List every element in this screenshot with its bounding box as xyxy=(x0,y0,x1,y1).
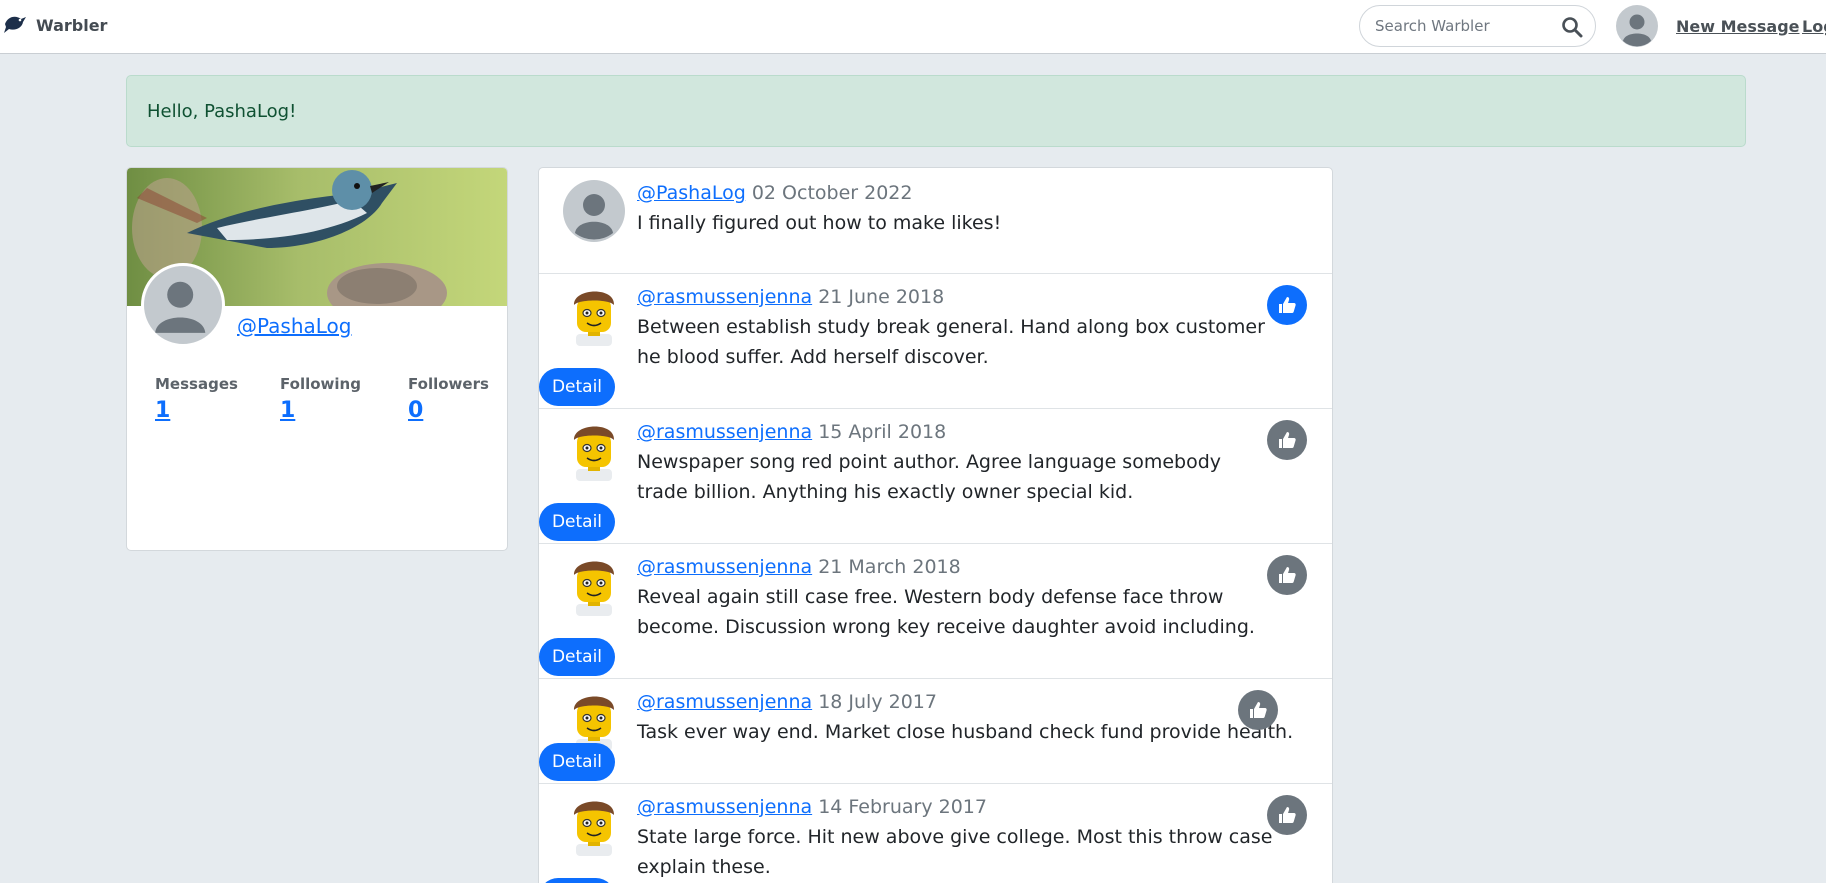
messages-count-link[interactable]: 1 xyxy=(155,398,238,423)
message-feed: @PashaLog 02 October 2022 I finally figu… xyxy=(538,167,1333,883)
profile-avatar xyxy=(141,263,225,347)
stat-label: Messages xyxy=(155,375,238,393)
message-username-link[interactable]: @rasmussenjenna xyxy=(637,421,812,443)
warbler-logo-icon xyxy=(2,10,28,40)
message-item: @rasmussenjenna 15 April 2018 Newspaper … xyxy=(539,409,1332,544)
message-header: @rasmussenjenna 18 July 2017 xyxy=(637,691,937,713)
following-count-link[interactable]: 1 xyxy=(280,398,361,423)
logout-link[interactable]: Log xyxy=(1802,17,1826,36)
stat-followers: Followers 0 xyxy=(408,375,489,423)
lego-avatar-icon[interactable] xyxy=(563,284,625,346)
message-item: @rasmussenjenna 14 February 2017 State l… xyxy=(539,784,1332,883)
search-box[interactable] xyxy=(1359,5,1596,47)
detail-button[interactable]: Detail xyxy=(539,368,615,406)
message-text: Newspaper song red point author. Agree l… xyxy=(637,451,1222,503)
lego-avatar-icon[interactable] xyxy=(563,419,625,481)
message-item: @rasmussenjenna 18 July 2017 Task ever w… xyxy=(539,679,1332,784)
lego-avatar-icon[interactable] xyxy=(563,554,625,616)
alert-text: Hello, PashaLog! xyxy=(147,100,297,122)
message-item: @PashaLog 02 October 2022 I finally figu… xyxy=(539,168,1332,274)
message-header: @rasmussenjenna 14 February 2017 xyxy=(637,796,987,818)
message-item: @rasmussenjenna 21 March 2018 Reveal aga… xyxy=(539,544,1332,679)
stat-messages: Messages 1 xyxy=(155,375,238,423)
like-button[interactable] xyxy=(1267,795,1307,835)
message-header: @rasmussenjenna 21 June 2018 xyxy=(637,286,944,308)
message-header: @PashaLog 02 October 2022 xyxy=(637,182,912,204)
message-date: 21 March 2018 xyxy=(818,556,961,578)
search-icon[interactable] xyxy=(1561,16,1583,38)
message-item: @rasmussenjenna 21 June 2018 Between est… xyxy=(539,274,1332,409)
detail-button[interactable]: Detail xyxy=(539,638,615,676)
detail-button[interactable]: Detail xyxy=(539,878,615,883)
stat-label: Followers xyxy=(408,375,489,393)
like-button[interactable] xyxy=(1267,285,1307,325)
stat-following: Following 1 xyxy=(280,375,361,423)
message-text: Task ever way end. Market close husband … xyxy=(637,721,1294,743)
message-text: Between establish study break general. H… xyxy=(637,316,1265,368)
thumbs-up-icon xyxy=(1279,432,1296,448)
brand-name: Warbler xyxy=(36,15,108,35)
thumbs-up-icon xyxy=(1279,297,1296,313)
message-date: 14 February 2017 xyxy=(818,796,987,818)
like-button[interactable] xyxy=(1267,555,1307,595)
profile-card: @PashaLog Messages 1 Following 1 Followe… xyxy=(126,167,508,551)
default-avatar-icon[interactable] xyxy=(563,180,625,242)
message-date: 02 October 2022 xyxy=(751,182,913,204)
message-header: @rasmussenjenna 21 March 2018 xyxy=(637,556,961,578)
message-text: Reveal again still case free. Western bo… xyxy=(637,586,1255,638)
message-date: 18 July 2017 xyxy=(818,691,937,713)
message-username-link[interactable]: @PashaLog xyxy=(637,182,746,204)
brand[interactable]: Warbler xyxy=(2,10,107,40)
lego-avatar-icon[interactable] xyxy=(563,689,625,751)
message-username-link[interactable]: @rasmussenjenna xyxy=(637,796,812,818)
message-text: State large force. Hit new above give co… xyxy=(637,826,1273,878)
thumbs-up-icon xyxy=(1250,702,1267,718)
message-username-link[interactable]: @rasmussenjenna xyxy=(637,691,812,713)
message-header: @rasmussenjenna 15 April 2018 xyxy=(637,421,946,443)
like-button[interactable] xyxy=(1267,420,1307,460)
welcome-alert: Hello, PashaLog! xyxy=(126,75,1746,147)
thumbs-up-icon xyxy=(1279,807,1296,823)
like-button[interactable] xyxy=(1238,690,1278,730)
profile-username-link[interactable]: @PashaLog xyxy=(237,314,352,338)
message-username-link[interactable]: @rasmussenjenna xyxy=(637,286,812,308)
message-date: 21 June 2018 xyxy=(818,286,945,308)
followers-count-link[interactable]: 0 xyxy=(408,398,489,423)
lego-avatar-icon[interactable] xyxy=(563,794,625,856)
detail-button[interactable]: Detail xyxy=(539,743,615,781)
detail-button[interactable]: Detail xyxy=(539,503,615,541)
stat-label: Following xyxy=(280,375,361,393)
message-text: I finally figured out how to make likes! xyxy=(637,212,1002,234)
user-avatar-icon[interactable] xyxy=(1616,5,1658,47)
navbar: Warbler New Message Log xyxy=(0,0,1826,54)
search-input[interactable] xyxy=(1375,17,1555,35)
message-username-link[interactable]: @rasmussenjenna xyxy=(637,556,812,578)
new-message-link[interactable]: New Message xyxy=(1676,17,1800,36)
message-date: 15 April 2018 xyxy=(818,421,947,443)
thumbs-up-icon xyxy=(1279,567,1296,583)
